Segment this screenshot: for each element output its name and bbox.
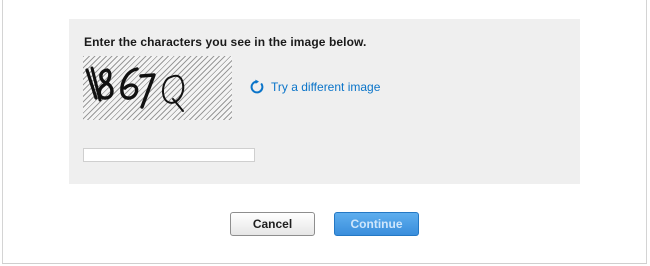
cancel-button[interactable]: Cancel	[230, 212, 315, 236]
continue-button[interactable]: Continue	[334, 212, 419, 236]
frame-right-border	[646, 0, 647, 264]
captcha-prompt: Enter the characters you see in the imag…	[84, 35, 367, 49]
try-different-image-link[interactable]: Try a different image	[249, 79, 380, 95]
captcha-answer-input[interactable]	[83, 148, 255, 162]
captcha-image	[83, 56, 232, 120]
captcha-glyphs	[85, 66, 185, 112]
frame-bottom-border	[2, 263, 647, 264]
try-different-image-label: Try a different image	[271, 80, 381, 94]
refresh-icon	[249, 79, 265, 95]
captcha-panel: Enter the characters you see in the imag…	[69, 19, 580, 184]
frame-left-border	[2, 0, 3, 264]
